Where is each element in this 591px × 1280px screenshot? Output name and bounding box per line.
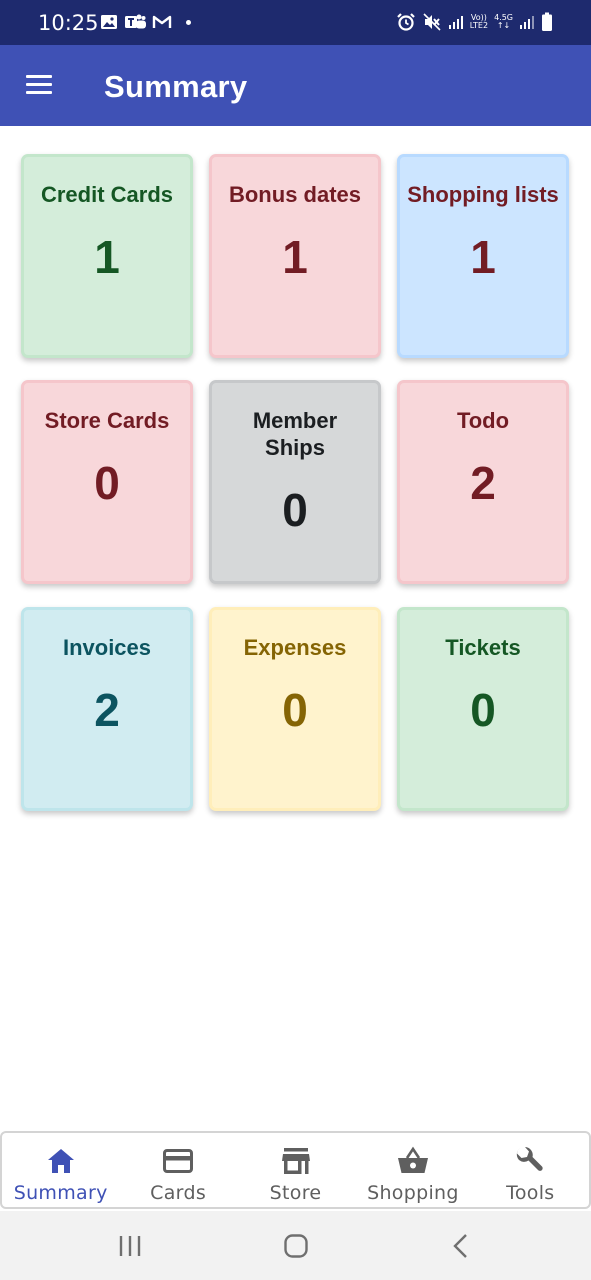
tile-label: Expenses — [243, 635, 347, 660]
tile-count: 2 — [94, 684, 120, 736]
nav-item-cards[interactable]: Cards — [119, 1133, 236, 1207]
tile-count: 2 — [470, 457, 496, 509]
tile-label: Tickets — [445, 635, 521, 660]
wrench-icon — [517, 1147, 543, 1171]
nav-label: Shopping — [367, 1182, 459, 1204]
menu-button[interactable] — [24, 71, 56, 99]
tile-member-ships[interactable]: Member Ships 0 — [209, 380, 381, 584]
nav-item-store[interactable]: Store — [237, 1133, 354, 1207]
home-icon — [47, 1149, 74, 1173]
home-button-icon[interactable] — [276, 1231, 316, 1261]
tile-store-cards[interactable]: Store Cards 0 — [21, 380, 193, 584]
recent-apps-icon[interactable] — [110, 1231, 150, 1261]
speed-indicator: 4.5G ↑↓ — [494, 14, 513, 30]
tile-count: 1 — [470, 231, 496, 283]
tile-invoices[interactable]: Invoices 2 — [21, 607, 193, 811]
nav-label: Summary — [13, 1182, 108, 1204]
tile-count: 0 — [470, 684, 496, 736]
teams-icon — [125, 14, 146, 29]
nav-item-summary[interactable]: Summary — [2, 1133, 119, 1207]
tile-count: 0 — [282, 684, 308, 736]
mute-icon — [423, 13, 441, 31]
back-icon[interactable] — [441, 1231, 481, 1261]
tile-label: Invoices — [62, 635, 152, 660]
gallery-icon — [101, 15, 117, 29]
status-bar: 10:25 Vo)) LTE2 4.5G ↑↓ — [0, 0, 591, 45]
network-label: Vo)) LTE2 — [470, 14, 488, 30]
nav-item-shopping[interactable]: Shopping — [354, 1133, 471, 1207]
status-dot — [186, 19, 191, 25]
tile-count: 1 — [94, 231, 120, 283]
tile-label: Credit Cards — [40, 182, 174, 207]
tile-label: Shopping lists — [407, 182, 559, 207]
tile-credit-cards[interactable]: Credit Cards 1 — [21, 154, 193, 358]
tile-todo[interactable]: Todo 2 — [397, 380, 569, 584]
status-system-icons: Vo)) LTE2 4.5G ↑↓ — [396, 10, 553, 34]
battery-icon — [542, 12, 552, 31]
signal-icon-2 — [520, 16, 534, 29]
tile-label: Member Ships — [252, 408, 338, 460]
nav-label: Store — [269, 1182, 322, 1204]
bottom-navigation: Summary Cards Store Shopping Tools — [0, 1131, 591, 1209]
tile-label: Store Cards — [44, 408, 170, 433]
tile-bonus-dates[interactable]: Bonus dates 1 — [209, 154, 381, 358]
nav-label: Cards — [150, 1182, 207, 1204]
nav-label: Tools — [506, 1182, 555, 1204]
signal-icon — [448, 16, 463, 29]
status-notification-icons — [100, 12, 191, 32]
store-icon — [281, 1148, 310, 1174]
credit-card-icon — [163, 1149, 194, 1173]
shopping-basket-icon — [397, 1146, 428, 1173]
tile-shopping-lists[interactable]: Shopping lists 1 — [397, 154, 569, 358]
alarm-icon — [396, 13, 415, 31]
page-title: Summary — [104, 69, 248, 104]
lte-label: LTE2 — [469, 21, 489, 30]
system-navigation-bar — [0, 1211, 591, 1280]
tile-label: Todo — [456, 408, 510, 433]
tile-label: Bonus dates — [228, 182, 362, 207]
app-bar: Summary — [0, 45, 591, 126]
tile-count: 0 — [282, 484, 308, 536]
tile-tickets[interactable]: Tickets 0 — [397, 607, 569, 811]
tile-count: 1 — [282, 231, 308, 283]
nav-item-tools[interactable]: Tools — [472, 1133, 589, 1207]
data-arrows-icon: ↑↓ — [496, 21, 511, 30]
tile-count: 0 — [94, 457, 120, 509]
tile-expenses[interactable]: Expenses 0 — [209, 607, 381, 811]
status-time: 10:25 — [38, 11, 99, 35]
gmail-icon — [152, 15, 172, 28]
